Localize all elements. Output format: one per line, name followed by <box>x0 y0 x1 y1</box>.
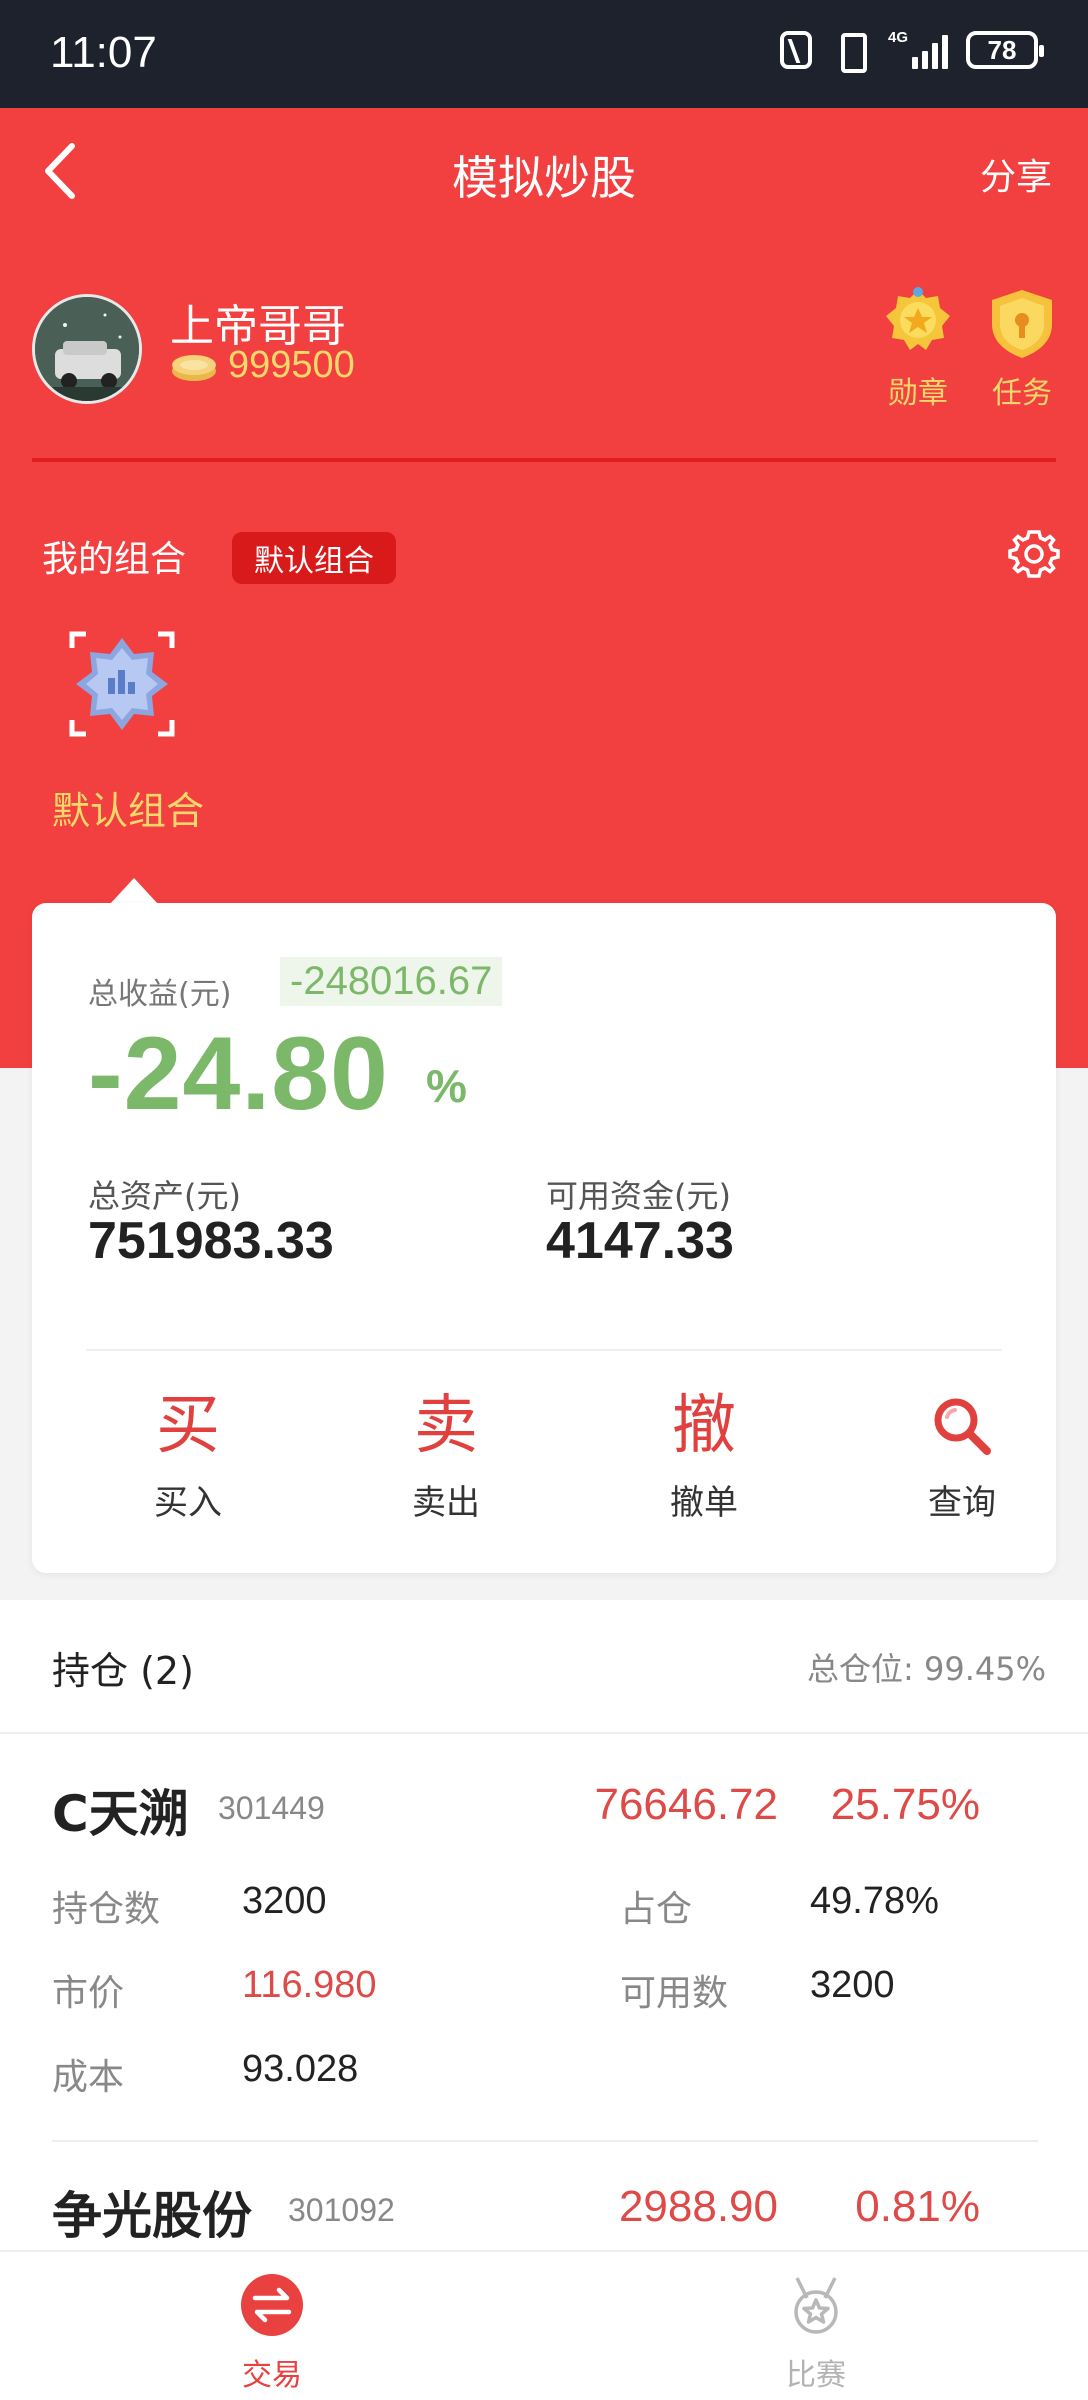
shares-value: 3200 <box>242 1880 327 1922</box>
buy-icon: 买 <box>156 1389 220 1463</box>
available-shares-value: 3200 <box>810 1964 895 2006</box>
shield-task-icon <box>992 290 1052 358</box>
avatar-image <box>35 297 139 401</box>
task-label: 任务 <box>992 376 1052 411</box>
nfc-icon <box>780 31 812 69</box>
share-button[interactable]: 分享 <box>980 148 1052 200</box>
tab-trade[interactable]: 交易 <box>172 2272 372 2394</box>
my-portfolio-label: 我的组合 <box>42 539 187 580</box>
medal-label: 勋章 <box>888 376 948 411</box>
holding-row[interactable]: C天溯 301449 76646.72 25.75% 持仓数 3200 占仓 4… <box>0 1750 1088 2098</box>
settings-button[interactable] <box>1006 526 1062 582</box>
status-time: 11:07 <box>50 28 157 77</box>
total-profit-value: -248016.67 <box>280 957 503 1006</box>
portfolio-item-default[interactable] <box>52 614 192 754</box>
cancel-order-label: 撤单 <box>670 1483 738 1523</box>
row-divider <box>52 2140 1038 2142</box>
sell-icon: 卖 <box>414 1389 478 1463</box>
battery-icon: 78 <box>966 31 1044 69</box>
battery-level: 78 <box>987 34 1017 65</box>
stock-code: 301449 <box>218 1790 325 1826</box>
query-label: 查询 <box>928 1483 996 1523</box>
cost-value: 93.028 <box>242 2048 359 2090</box>
exchange-icon <box>241 2274 303 2336</box>
cancel-order-button[interactable]: 撤 撤单 <box>624 1383 784 1524</box>
coin-value: 999500 <box>228 344 355 386</box>
bottom-tab-bar: 交易 比赛 <box>0 2250 1088 2400</box>
holdings-panel: 持仓 (2) 总仓位: 99.45% C天溯 301449 76646.72 2… <box>0 1600 1088 2250</box>
stock-code: 301092 <box>288 2192 395 2228</box>
sell-button[interactable]: 卖 卖出 <box>366 1383 526 1524</box>
header-divider <box>32 458 1056 462</box>
stock-name: C天溯 <box>52 1785 189 1843</box>
network-type: 4G <box>888 29 909 46</box>
holding-row[interactable]: 争光股份 301092 2988.90 0.81% <box>0 2160 1088 2250</box>
holdings-divider <box>0 1732 1088 1734</box>
position-ratio: 总仓位: 99.45% <box>807 1650 1046 1688</box>
holdings-title: 持仓 (2) <box>52 1649 194 1693</box>
vibrate-icon <box>830 30 870 73</box>
query-button[interactable]: 查询 <box>882 1383 1042 1524</box>
weight-value: 49.78% <box>810 1880 939 1922</box>
profit-percentage: 0.81% <box>855 2182 980 2231</box>
nav-bar: 模拟炒股 分享 <box>0 108 1088 234</box>
avatar[interactable] <box>32 294 142 404</box>
card-divider <box>86 1349 1002 1351</box>
total-profit-label: 总收益(元) <box>88 977 232 1012</box>
sell-label: 卖出 <box>412 1483 480 1523</box>
profit-percentage: 25.75% <box>830 1780 980 1829</box>
buy-button[interactable]: 买 买入 <box>108 1383 268 1524</box>
medal-outline-icon <box>794 2277 838 2334</box>
search-icon <box>882 1383 1042 1469</box>
weight-label: 占仓 <box>620 1889 693 1930</box>
available-shares-label: 可用数 <box>620 1973 729 2014</box>
buy-label: 买入 <box>154 1483 222 1523</box>
portfolio-chart-icon <box>69 631 175 737</box>
card-pointer <box>110 878 158 904</box>
percent-sign: % <box>426 1060 467 1112</box>
stock-name: 争光股份 <box>52 2187 252 2245</box>
coin-balance: 999500 <box>170 344 355 387</box>
cancel-icon: 撤 <box>672 1389 736 1463</box>
medal-icon <box>886 287 950 350</box>
portfolio-header: 我的组合 默认组合 <box>42 526 1062 586</box>
portfolio-item-label[interactable]: 默认组合 <box>52 780 204 835</box>
available-funds-value: 4147.33 <box>546 1212 734 1270</box>
return-percentage: -24.80 <box>88 1016 389 1132</box>
price-value: 116.980 <box>242 1964 377 2006</box>
market-value: 2988.90 <box>618 2182 778 2231</box>
signal-icon: 4G <box>888 29 948 69</box>
tab-contest-label: 比赛 <box>786 2358 846 2393</box>
shares-label: 持仓数 <box>52 1889 161 1930</box>
cost-label: 成本 <box>52 2057 125 2098</box>
medal-button[interactable]: 勋章 <box>878 286 958 412</box>
task-button[interactable]: 任务 <box>982 286 1062 412</box>
status-bar: 11:07 4G 78 <box>0 0 1088 108</box>
page-title: 模拟炒股 <box>452 151 636 205</box>
user-profile: 上帝哥哥 999500 勋章 任务 <box>32 287 1056 411</box>
coin-icon <box>172 354 216 381</box>
price-label: 市价 <box>52 1973 125 2014</box>
tab-contest[interactable]: 比赛 <box>716 2272 916 2394</box>
status-icons: 4G 78 <box>780 29 1044 73</box>
portfolio-badge: 默认组合 <box>232 532 396 584</box>
market-value: 76646.72 <box>594 1780 778 1829</box>
tab-trade-label: 交易 <box>242 2358 302 2393</box>
total-assets-value: 751983.33 <box>88 1212 334 1270</box>
gear-icon <box>1008 530 1060 578</box>
account-summary-card: 总收益(元) -248016.67 -24.80 % 总资产(元) 751983… <box>32 903 1056 1573</box>
